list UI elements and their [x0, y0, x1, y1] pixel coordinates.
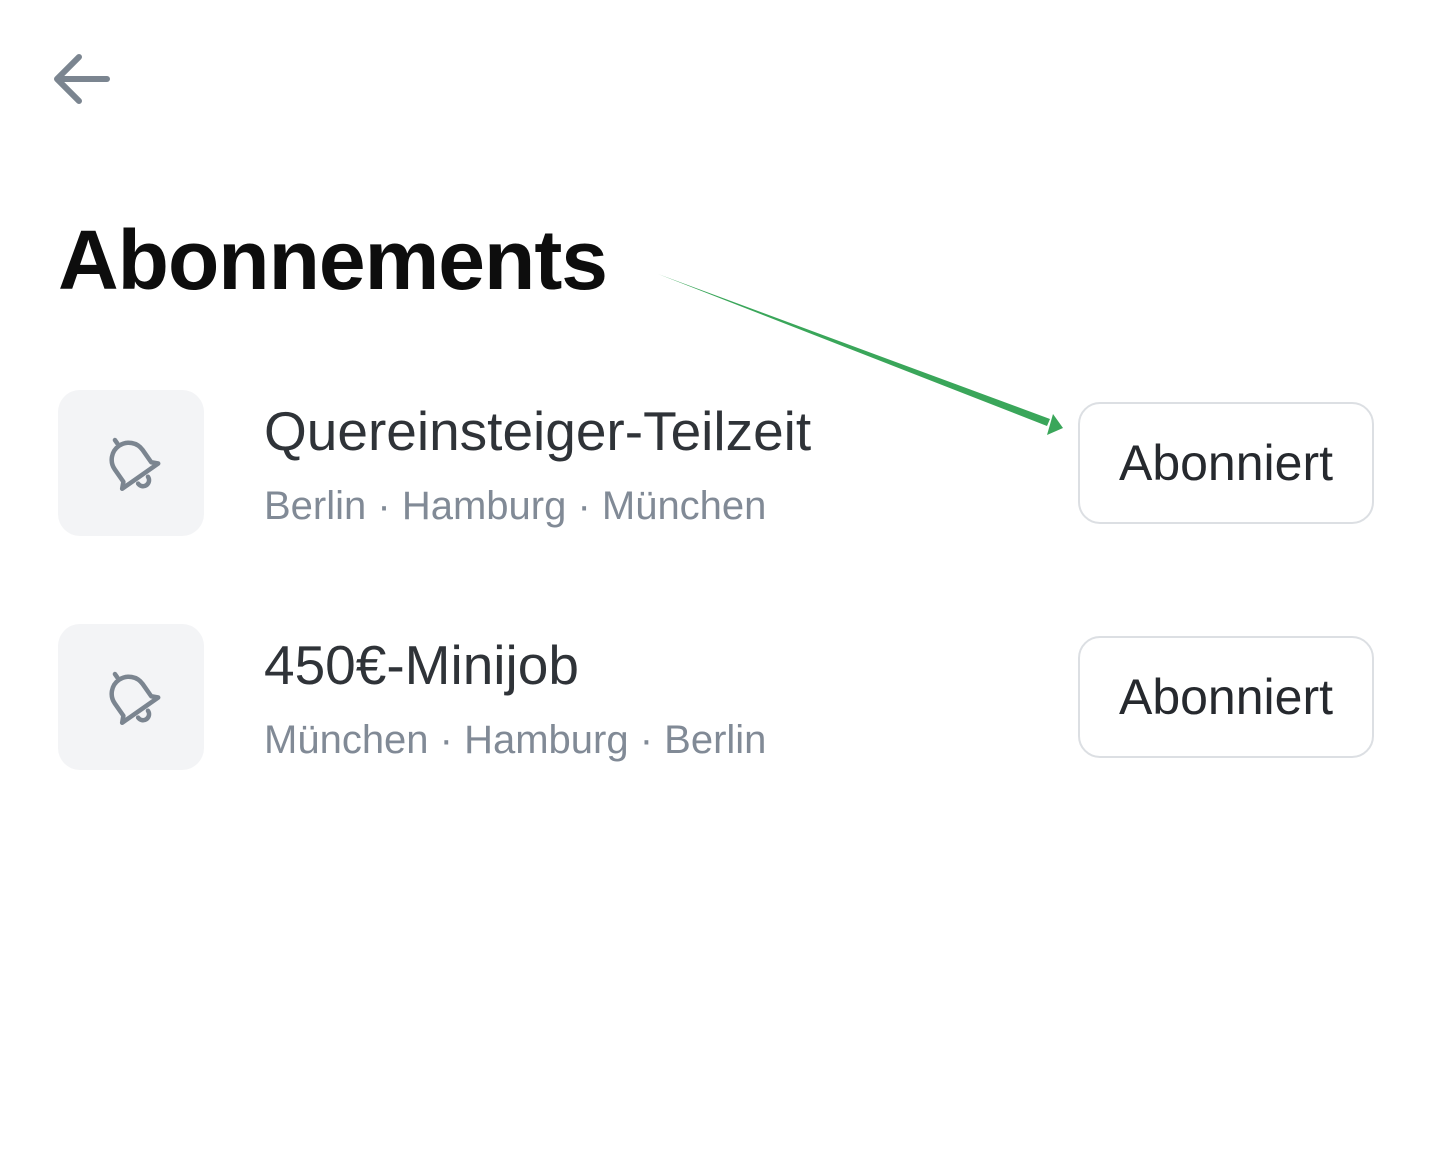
subscription-title: Quereinsteiger-Teilzeit: [264, 400, 812, 462]
subscription-list: Quereinsteiger-Teilzeit Berlin · Hamburg…: [0, 0, 1434, 1168]
subscribed-button[interactable]: Abonniert: [1078, 636, 1374, 758]
subscription-item: Quereinsteiger-Teilzeit Berlin · Hamburg…: [58, 390, 1376, 538]
subscription-cities: Berlin · Hamburg · München: [264, 484, 767, 528]
subscribed-button[interactable]: Abonniert: [1078, 402, 1374, 524]
subscription-item: 450€-Minijob München · Hamburg · Berlin …: [58, 624, 1376, 772]
subscription-title: 450€-Minijob: [264, 634, 579, 696]
icon-tile: [58, 624, 204, 770]
bell-icon: [109, 671, 161, 725]
subscription-cities: München · Hamburg · Berlin: [264, 718, 767, 762]
bell-icon: [109, 437, 161, 491]
icon-tile: [58, 390, 204, 536]
